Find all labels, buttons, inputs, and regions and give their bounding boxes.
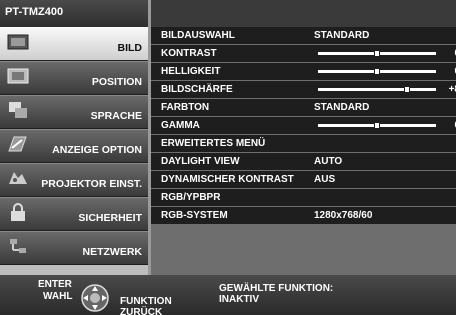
menu-row-label: DYNAMISCHER KONTRAST <box>161 174 294 185</box>
sidebar-item-position[interactable]: POSITION <box>0 61 148 94</box>
menu-row-rgb-system[interactable]: RGB-SYSTEM 1280x768/60 <box>151 207 456 224</box>
network-icon <box>10 239 26 253</box>
slider-knob[interactable] <box>374 122 380 129</box>
menu-row-label: FARBTON <box>161 102 210 113</box>
menu-row-farbton[interactable]: FARBTON STANDARD <box>151 99 456 116</box>
menu-row-value: AUS <box>314 174 336 185</box>
menu-row-dynamischer-kontrast[interactable]: DYNAMISCHER KONTRAST AUS <box>151 171 456 188</box>
menu-row-label: BILDSCHÄRFE <box>161 84 233 95</box>
language-icon <box>9 102 27 118</box>
menu-row-bildschaerfe[interactable]: BILDSCHÄRFE +8 <box>151 81 456 98</box>
picture-icon <box>7 34 29 50</box>
sidebar-item-anzeige-option[interactable]: ANZEIGE OPTION <box>0 129 148 162</box>
menu-row-gamma[interactable]: GAMMA 0 <box>151 117 456 134</box>
sidebar-item-label: ANZEIGE OPTION <box>52 144 142 156</box>
menu-row-value: STANDARD <box>314 102 370 113</box>
back-hint: ZURÜCK <box>120 307 163 315</box>
selected-function-label: GEWÄHLTE FUNKTION: <box>219 283 334 294</box>
menu-row-bildauswahl[interactable]: BILDAUSWAHL STANDARD <box>151 27 456 44</box>
sidebar-item-label: SPRACHE <box>90 110 142 122</box>
menu-row-erweitertes-menue[interactable]: ERWEITERTES MENÜ <box>151 135 456 152</box>
gamma-slider[interactable] <box>318 122 436 129</box>
menu-row-label: RGB-SYSTEM <box>161 210 228 221</box>
menu-panel: BILDAUSWAHL STANDARD KONTRAST 0 HELLIGKE… <box>151 27 456 275</box>
projector-osd-menu: PT-TMZ400 BILD POSITION SPRACHE ANZEIGE … <box>0 0 456 315</box>
sidebar-item-sicherheit[interactable]: SICHERHEIT <box>0 197 148 230</box>
position-icon <box>7 68 29 84</box>
function-hint: FUNKTION <box>120 296 172 307</box>
sidebar-item-sprache[interactable]: SPRACHE <box>0 95 148 128</box>
menu-row-number: +8 <box>448 84 456 95</box>
model-name: PT-TMZ400 <box>5 6 64 18</box>
menu-row-label: GAMMA <box>161 120 200 131</box>
bildschaerfe-slider[interactable] <box>318 86 436 93</box>
menu-row-value: AUTO <box>314 156 343 167</box>
menu-row-label: RGB/YPBPR <box>161 192 221 203</box>
slider-knob[interactable] <box>374 50 380 57</box>
display-option-icon <box>8 136 27 152</box>
model-title: PT-TMZ400 <box>0 0 148 27</box>
enter-hint: ENTER <box>38 279 72 290</box>
menu-row-label: DAYLIGHT VIEW <box>161 156 240 167</box>
sidebar-item-label: BILD <box>117 42 143 54</box>
sidebar-item-bild[interactable]: BILD <box>0 27 148 60</box>
sidebar-filler <box>0 265 148 275</box>
menu-row-kontrast[interactable]: KONTRAST 0 <box>151 45 456 62</box>
menu-row-label: HELLIGKEIT <box>161 66 221 77</box>
menu-row-helligkeit[interactable]: HELLIGKEIT 0 <box>151 63 456 80</box>
helligkeit-slider[interactable] <box>318 68 436 75</box>
lock-icon <box>11 203 25 221</box>
dpad-icon <box>81 284 109 312</box>
help-footer: ENTER WAHL FUNKTION ZURÜCK GEWÄHLTE FUNK… <box>0 275 456 315</box>
kontrast-slider[interactable] <box>318 50 436 57</box>
sidebar-item-netzwerk[interactable]: NETZWERK <box>0 231 148 264</box>
sidebar-item-label: PROJEKTOR EINST. <box>41 178 142 190</box>
menu-row-value: 1280x768/60 <box>314 210 373 221</box>
menu-row-daylight-view[interactable]: DAYLIGHT VIEW AUTO <box>151 153 456 170</box>
menu-row-label: BILDAUSWAHL <box>161 30 235 41</box>
slider-knob[interactable] <box>403 86 410 93</box>
select-hint: WAHL <box>43 291 73 302</box>
sidebar-item-label: NETZWERK <box>82 246 143 258</box>
content-header-bar <box>151 0 456 27</box>
menu-row-label: ERWEITERTES MENÜ <box>161 138 266 149</box>
menu-row-label: KONTRAST <box>161 48 217 59</box>
projector-setup-icon <box>9 172 27 184</box>
menu-row-value: STANDARD <box>314 30 370 41</box>
selected-function-status: INAKTIV <box>219 294 259 305</box>
sidebar-item-label: POSITION <box>91 76 142 88</box>
sidebar: BILD POSITION SPRACHE ANZEIGE OPTION PRO… <box>0 27 148 265</box>
slider-knob[interactable] <box>374 68 380 75</box>
menu-row-rgb-ypbpr[interactable]: RGB/YPBPR <box>151 189 456 206</box>
sidebar-item-projektor-einst[interactable]: PROJEKTOR EINST. <box>0 163 148 196</box>
sidebar-item-label: SICHERHEIT <box>78 212 142 224</box>
